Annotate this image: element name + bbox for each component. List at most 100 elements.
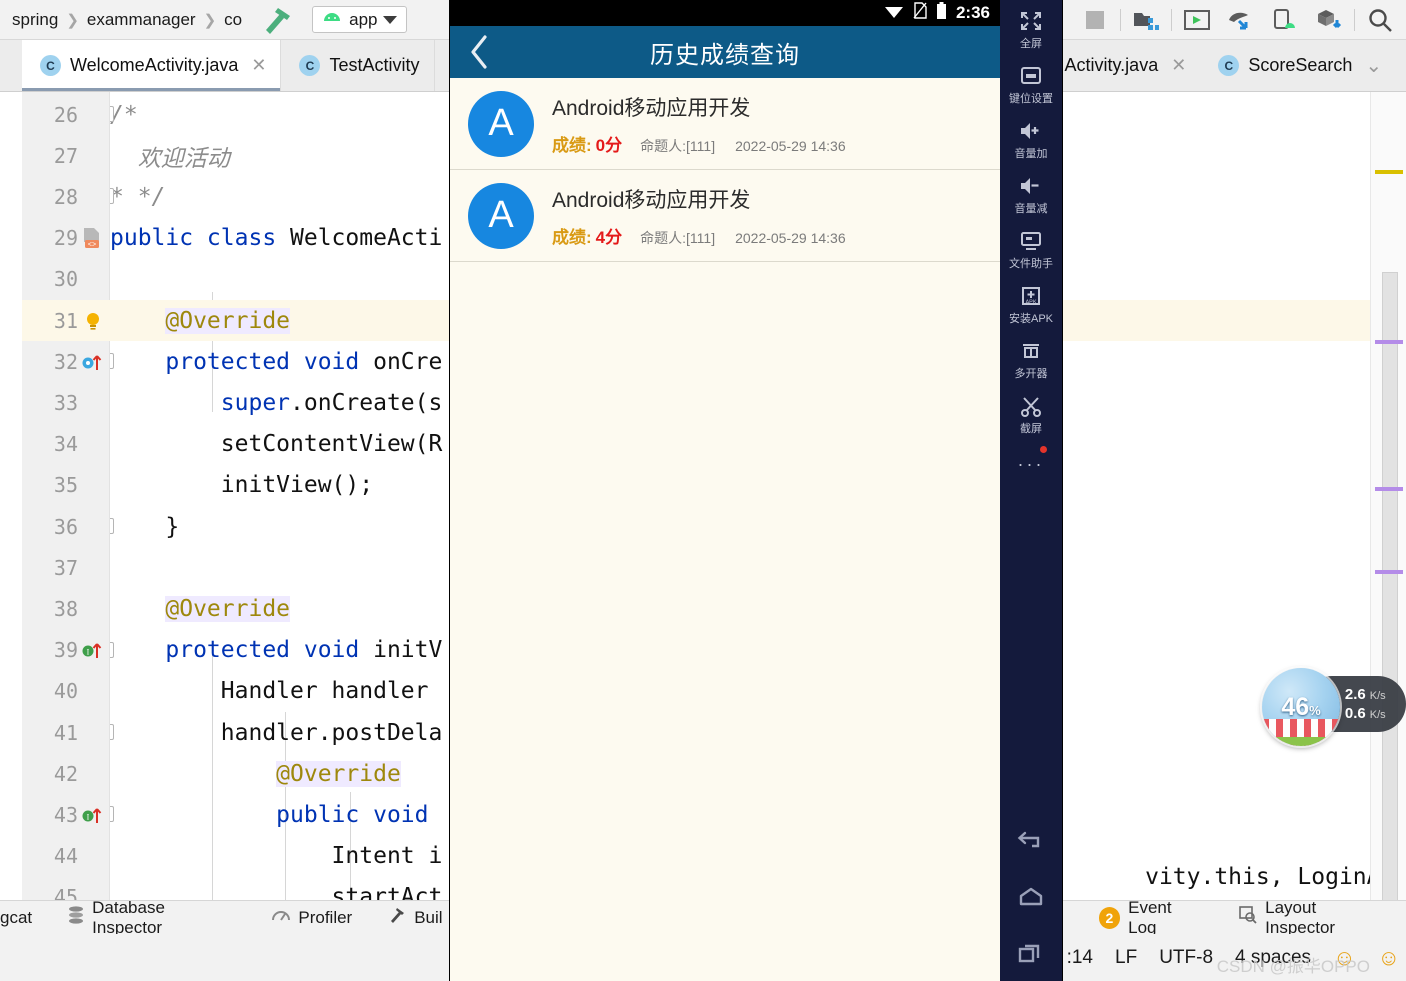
tool-window-logcat[interactable]: gcat	[0, 908, 50, 928]
memory-usage-ball[interactable]: 46%	[1262, 668, 1340, 746]
side-button-more[interactable]: ···	[1000, 440, 1062, 479]
close-icon[interactable]: ✕	[1171, 55, 1186, 76]
fold-toggle-icon[interactable]	[110, 188, 114, 205]
indent-setting[interactable]: 4 spaces	[1235, 947, 1311, 969]
gutter-line[interactable]: 32	[22, 341, 110, 382]
stripe-mark-usage[interactable]	[1375, 340, 1403, 344]
notification-icon[interactable]: ☺	[1378, 945, 1400, 971]
bean-class-icon[interactable]: <>	[78, 226, 108, 250]
project-structure-icon[interactable]	[1124, 0, 1168, 40]
side-button-install-apk[interactable]: APK 安装APK	[1000, 275, 1062, 330]
list-item[interactable]: A Android移动应用开发 成绩: 0分 命题人:[111] 2022-05…	[450, 78, 1000, 170]
stripe-mark-usage[interactable]	[1375, 570, 1403, 574]
gutter-line[interactable]: 43 I	[22, 794, 110, 835]
line-number: 43	[53, 802, 78, 827]
gutter-line[interactable]: 29 <>	[22, 218, 110, 259]
gutter-line[interactable]: 33	[22, 382, 110, 423]
line-number: 29	[53, 226, 78, 251]
editor-scrollbar[interactable]	[1382, 272, 1398, 907]
tab-activity-java[interactable]: Activity.java ✕	[1047, 40, 1201, 91]
tool-window-event-log[interactable]: 2 Event Log	[1081, 898, 1222, 938]
score-history-list[interactable]: A Android移动应用开发 成绩: 0分 命题人:[111] 2022-05…	[450, 78, 1000, 262]
fold-toggle-icon[interactable]	[110, 353, 114, 370]
line-number: 30	[53, 267, 78, 292]
override-method-icon[interactable]	[78, 352, 108, 372]
gutter-line[interactable]: 31	[22, 300, 110, 342]
tool-window-build[interactable]: Buil	[370, 906, 460, 929]
recents-nav-icon[interactable]	[1000, 925, 1062, 981]
run-configuration-selector[interactable]: app	[312, 6, 408, 33]
tab-scoresearch[interactable]: C ScoreSearch ⌄	[1200, 40, 1396, 91]
error-stripe[interactable]	[1370, 92, 1406, 912]
bulb-icon[interactable]	[78, 311, 108, 331]
line-separator[interactable]: LF	[1115, 947, 1137, 969]
fold-toggle-icon[interactable]	[110, 806, 114, 823]
gutter-line[interactable]: 40	[22, 671, 110, 712]
gutter-line[interactable]: 30	[22, 259, 110, 300]
gutter-line[interactable]: 26	[22, 94, 110, 135]
sdk-manager-icon[interactable]	[1307, 0, 1351, 40]
breadcrumb: spring ❯ exammanager ❯ co	[0, 10, 246, 30]
chevron-down-icon[interactable]: ⌄	[1365, 53, 1382, 78]
stripe-mark-warning[interactable]	[1375, 170, 1403, 174]
chevron-down-icon[interactable]	[383, 15, 398, 24]
home-nav-icon[interactable]	[1000, 869, 1062, 925]
tool-window-layout-inspector[interactable]: Layout Inspector	[1221, 898, 1406, 938]
breadcrumb-item-3[interactable]: co	[220, 10, 246, 30]
tab-welcomeactivity[interactable]: C WelcomeActivity.java ✕	[22, 40, 282, 91]
tool-window-database-inspector[interactable]: Database Inspector	[50, 898, 254, 938]
back-chevron-icon[interactable]	[450, 35, 508, 69]
side-button-keymap[interactable]: 键位设置	[1000, 55, 1062, 110]
emulator-screen[interactable]: 2:36 历史成绩查询 A Android移动应用开发 成绩: 0分 命题人:[…	[450, 0, 1000, 981]
gradle-sync-icon[interactable]	[1219, 0, 1263, 40]
list-item[interactable]: A Android移动应用开发 成绩: 4分 命题人:[111] 2022-05…	[450, 170, 1000, 262]
emulator-window[interactable]: 2:36 历史成绩查询 A Android移动应用开发 成绩: 0分 命题人:[…	[450, 0, 1062, 981]
breadcrumb-item-1[interactable]: spring	[8, 10, 62, 30]
gutter-line[interactable]: 38	[22, 588, 110, 629]
event-log-badge: 2	[1098, 906, 1121, 929]
more-icon[interactable]: ···	[1018, 446, 1048, 475]
back-nav-icon[interactable]	[1000, 813, 1062, 869]
fold-toggle-icon[interactable]	[110, 724, 114, 740]
fold-toggle-icon[interactable]	[110, 106, 114, 122]
editor-gutter[interactable]: 26 27 28 29 <> 30 31 32 33 34 35 36 37 38 39 I 40 41 42 43 I…	[22, 92, 110, 912]
network-speed-widget[interactable]: ▲ 2.6 K/s ▼ 0.6 K/s 46%	[1262, 668, 1406, 746]
implements-method-icon[interactable]: I	[78, 805, 108, 825]
gutter-line[interactable]: 37	[22, 547, 110, 588]
gutter-line[interactable]: 27	[22, 135, 110, 176]
side-button-fullscreen[interactable]: 全屏	[1000, 0, 1062, 55]
run-icon[interactable]	[1175, 0, 1219, 40]
close-icon[interactable]: ✕	[251, 55, 266, 76]
implements-method-icon[interactable]: I	[78, 640, 108, 660]
fold-toggle-icon[interactable]	[110, 641, 114, 658]
stop-icon[interactable]	[1073, 0, 1117, 40]
line-number: 41	[53, 720, 78, 745]
gutter-line[interactable]: 41	[22, 712, 110, 753]
avd-manager-icon[interactable]	[1263, 0, 1307, 40]
file-encoding[interactable]: UTF-8	[1159, 947, 1213, 969]
stripe-mark-usage[interactable]	[1375, 487, 1403, 491]
side-button-label: 音量加	[1014, 148, 1048, 160]
side-button-volume-down[interactable]: 音量减	[1000, 165, 1062, 220]
tab-testactivity[interactable]: C TestActivity	[281, 40, 435, 91]
side-button-file-assistant[interactable]: 文件助手	[1000, 220, 1062, 275]
gutter-line[interactable]: 34	[22, 424, 110, 465]
upload-speed-value: 2.6	[1344, 686, 1366, 703]
gutter-line[interactable]: 44	[22, 836, 110, 877]
breadcrumb-item-2[interactable]: exammanager	[83, 10, 200, 30]
gutter-line[interactable]: 28	[22, 176, 110, 217]
caret-position[interactable]: :14	[1067, 947, 1093, 969]
gutter-line[interactable]: 39 I	[22, 630, 110, 671]
fold-toggle-icon[interactable]	[110, 518, 114, 534]
side-button-multi-instance[interactable]: 多开器	[1000, 330, 1062, 385]
gutter-line[interactable]: 36	[22, 506, 110, 547]
side-button-volume-up[interactable]: 音量加	[1000, 110, 1062, 165]
svg-text:I: I	[87, 812, 90, 821]
smiley-icon[interactable]: ☺	[1333, 945, 1355, 971]
build-hammer-icon[interactable]	[260, 5, 294, 35]
gutter-line[interactable]: 35	[22, 465, 110, 506]
search-icon[interactable]	[1358, 0, 1402, 40]
tool-window-profiler[interactable]: Profiler	[254, 907, 370, 928]
gutter-line[interactable]: 42	[22, 753, 110, 794]
side-button-screenshot[interactable]: 截屏	[1000, 385, 1062, 440]
